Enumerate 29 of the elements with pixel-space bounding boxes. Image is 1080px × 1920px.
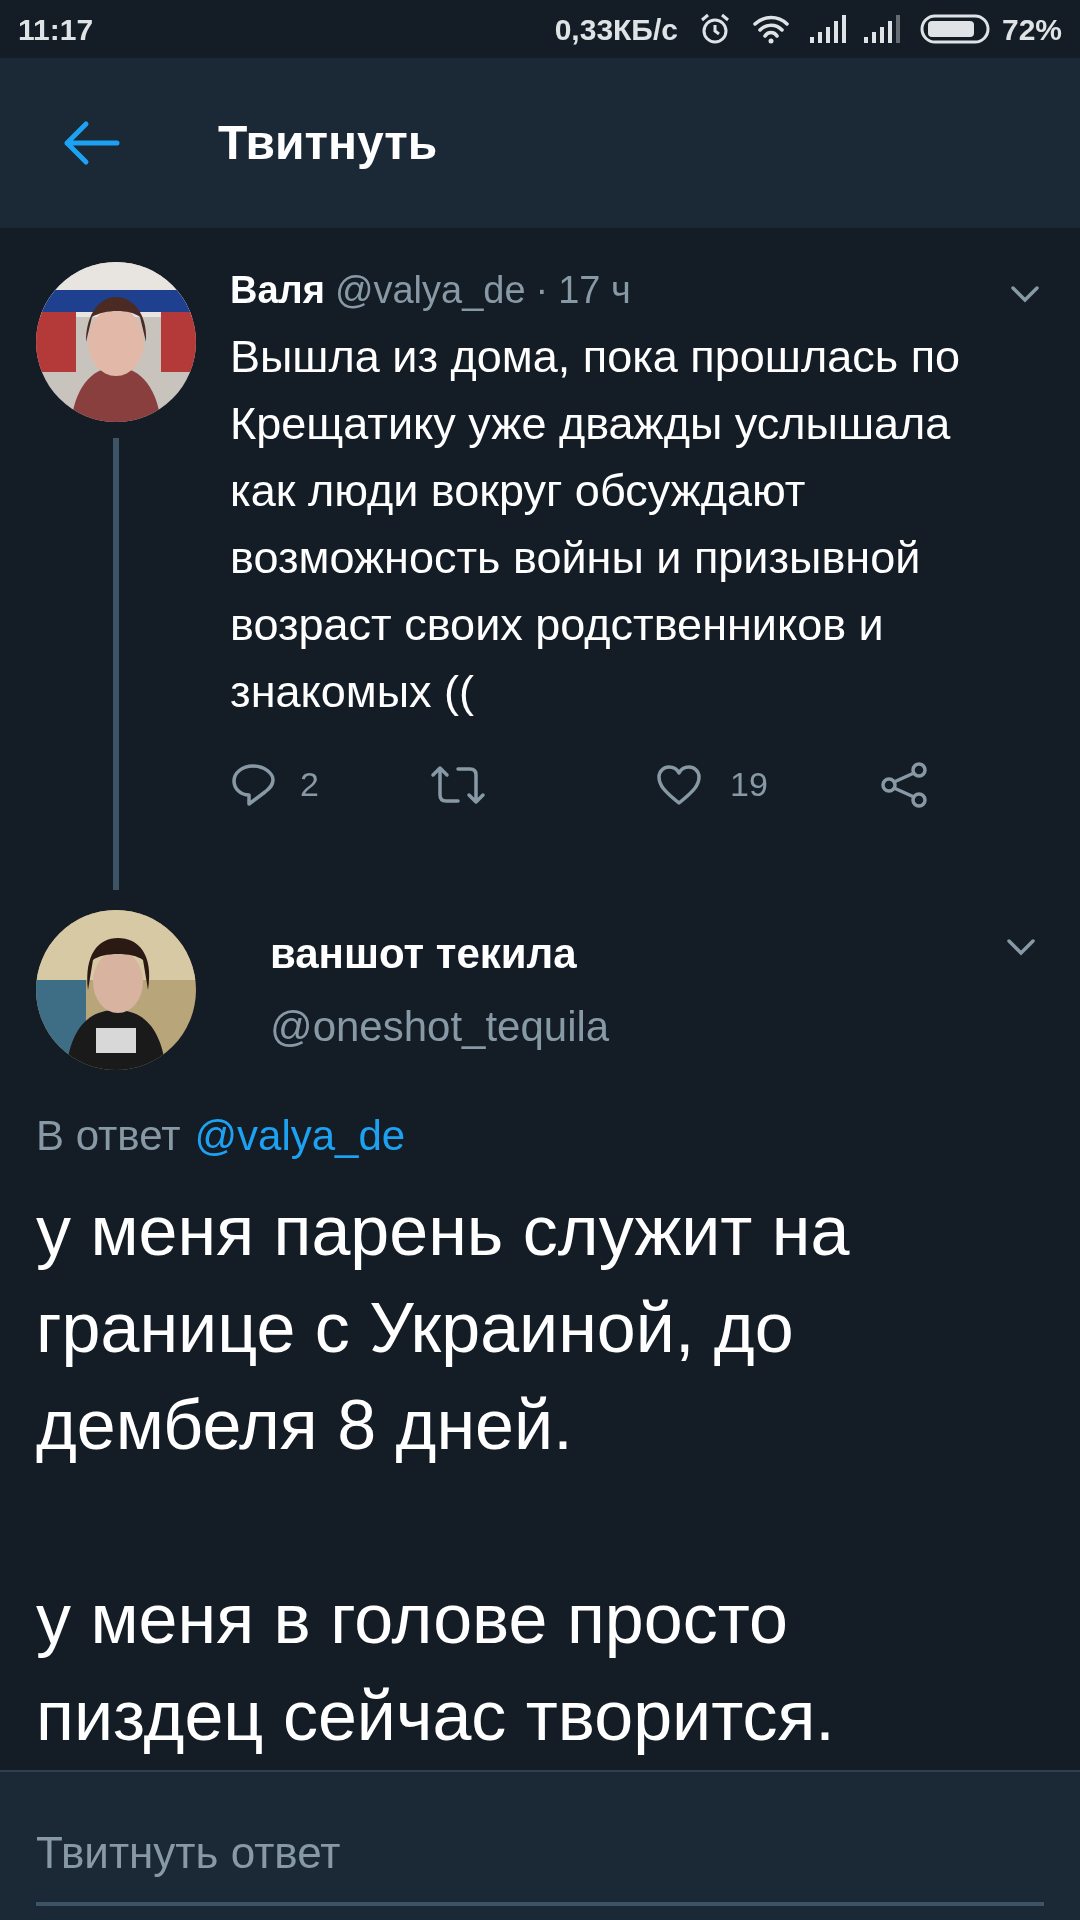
tweet-text: у меня парень служит на границе с Украиной, до дембеля 8 дней.: [36, 1191, 851, 1466]
chevron-down-icon[interactable]: [1010, 285, 1040, 303]
signal-icon: [809, 15, 848, 43]
tweet-time: 17 ч: [558, 268, 632, 313]
back-arrow-icon[interactable]: [62, 120, 120, 166]
battery-icon: [919, 14, 992, 44]
user-name: ваншот текила: [270, 929, 578, 979]
user-name: Валя: [230, 268, 325, 313]
battery-percent: 72%: [1001, 11, 1062, 48]
reply-input-field[interactable]: Твитнуть ответ: [0, 1770, 1080, 1920]
tweet-text: Вышла из дома, пока прошлась по Крещатику уже дважды услышала как люди вокруг обсуждают возможность войны и призывной возраст своих родственников и знакомых ((: [230, 330, 962, 719]
wifi-icon: [751, 14, 790, 44]
mention-link[interactable]: @valya_de: [194, 1104, 406, 1167]
user-handle: @valya_de: [334, 268, 526, 313]
like-count: 19: [730, 764, 769, 805]
retweet-icon[interactable]: [430, 764, 486, 805]
tweet-text: у меня в голове просто пиздец сейчас творится.: [36, 1579, 836, 1757]
user-handle: @oneshot_tequila: [270, 1002, 611, 1052]
network-speed: 0,33КБ/с: [554, 11, 678, 48]
clock-time: 11:17: [18, 11, 94, 48]
reply-label: В ответ: [36, 1111, 181, 1161]
heart-icon[interactable]: [656, 763, 702, 806]
share-icon[interactable]: [880, 761, 928, 808]
signal-icon: [863, 15, 902, 43]
reply-count: 2: [300, 764, 320, 805]
reply-icon[interactable]: [230, 761, 276, 808]
screen-title: Твитнуть: [218, 115, 438, 171]
chevron-down-icon[interactable]: [1006, 938, 1036, 956]
separator-dot: ·: [535, 268, 549, 313]
